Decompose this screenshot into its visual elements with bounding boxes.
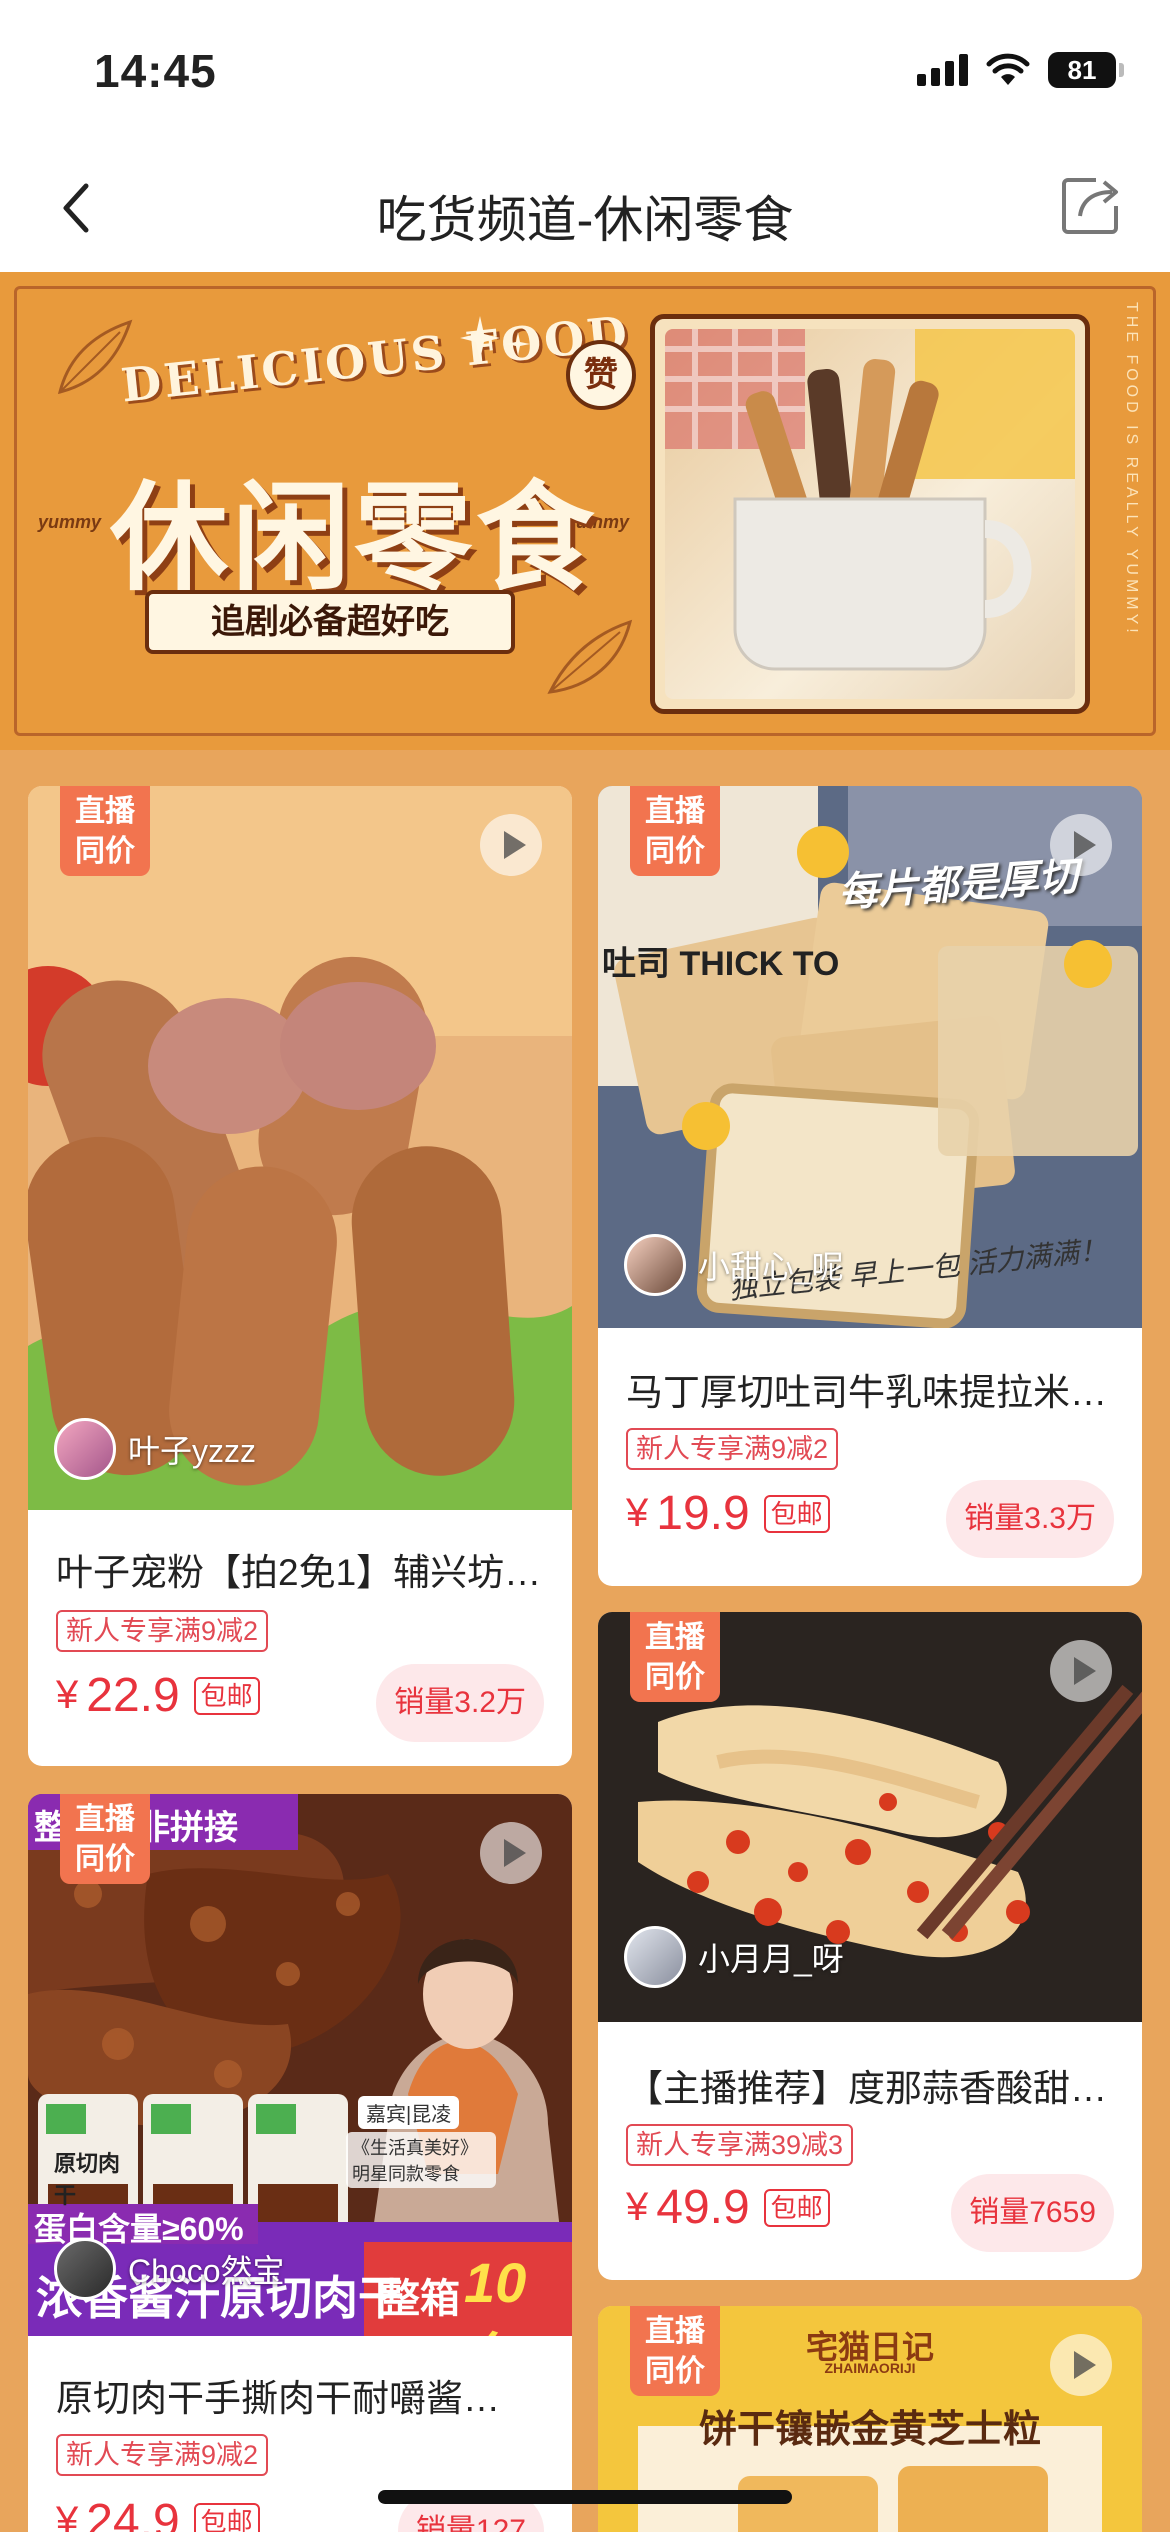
live-tag-line: 直播 [75,795,135,828]
free-shipping-badge: 包邮 [193,1676,260,1715]
page-title: 吃货频道-休闲零食 [376,192,794,248]
live-tag-line: 同价 [645,1661,705,1694]
anchor-name: 小月月_呀 [698,1941,844,1977]
product-card-2[interactable]: 吐司 THICK TO 每片都是厚切 独立包装 早上一包 活力满满！ 直播 同价 … [598,786,1142,1586]
image-label: 吐司 THICK TO [602,945,840,983]
product-card-4[interactable]: 整块切非拼接 蛋白含量≥60% 浓香酱汁原切肉干 整箱 10包 嘉宾|昆凌 《生… [28,1794,572,2532]
product-card-3[interactable]: 直播同价 小月月_呀 【主播推荐】度那蒜香酸甜辣… 新人专享满39减3 ¥49.… [598,1612,1142,2280]
live-price-tag: 直播 同价 [630,786,720,876]
product-name: 原切肉干手撕肉干耐嚼酱… [56,2378,500,2419]
leaf-icon [57,319,133,395]
promo-badge: 新人专享满39减3 [626,2124,854,2166]
price-value: 19.9 [656,1487,750,1540]
category-banner[interactable]: DELICIOUS FOOD yummy yummy 休闲零食 追剧必备超好吃 … [0,272,1170,750]
currency-symbol: ¥ [626,2185,649,2229]
cellular-signal-icon [917,54,968,86]
product-card-1[interactable]: 直播同价 叶子yzzz 叶子宠粉【拍2免1】辅兴坊… 新人专享满9减2 ¥22.… [28,786,572,1766]
image-guest: 嘉宾|昆凌 [358,2096,460,2129]
play-icon[interactable] [1050,2334,1112,2396]
anchor-info[interactable]: 小甜心_呢 [624,1234,844,1296]
avatar [54,1418,116,1480]
anchor-info[interactable]: 小月月_呀 [624,1926,844,1988]
avatar [54,2238,116,2300]
product-name: 【主播推荐】度那蒜香酸甜辣… [626,2068,1114,2109]
live-tag-line: 直播 [645,1621,705,1654]
battery-icon: 81 [1048,52,1124,88]
promo-badge: 新人专享满9减2 [56,1610,269,1652]
image-guest-2: 《生活真美好》明星同款零食 [346,2132,496,2188]
banner-photo [650,314,1090,714]
product-name: 叶子宠粉【拍2免1】辅兴坊… [56,1552,542,1593]
live-tag-line: 同价 [645,2355,705,2388]
free-shipping-badge: 包邮 [193,2502,260,2532]
status-icons: 81 [917,52,1124,88]
currency-symbol: ¥ [56,1673,79,1717]
currency-symbol: ¥ [56,2499,79,2532]
free-shipping-badge: 包邮 [763,1494,830,1533]
image-bottom-text-2: 整箱 [380,2277,460,2321]
free-shipping-badge: 包邮 [763,2188,830,2227]
image-big-number: 10包 [464,2251,527,2336]
anchor-name: 叶子yzzz [128,1433,257,1469]
play-icon[interactable] [480,814,542,876]
price: ¥19.9 包邮 [626,1486,830,1541]
live-tag-line: 直播 [75,1803,135,1836]
anchor-name: Choco然宝 [128,2253,285,2289]
price-value: 49.9 [656,2181,750,2234]
play-icon[interactable] [1050,814,1112,876]
leaf-icon [547,619,633,694]
live-price-tag: 直播 同价 [60,1794,150,1884]
image-pack-label: 原切肉干 [54,2151,121,2208]
play-icon[interactable] [1050,1640,1112,1702]
promo-badge: 新人专享满9减2 [626,1428,839,1470]
live-price-tag: 直播 同价 [60,786,150,876]
home-indicator[interactable] [378,2490,792,2504]
live-price-tag: 直播 同价 [630,1612,720,1702]
status-time: 14:45 [94,45,217,97]
anchor-name: 小甜心_呢 [698,1249,844,1285]
live-tag-line: 同价 [75,1843,135,1876]
sparkle-icon [460,316,530,360]
image-caption: 饼干镶嵌金黄芝士粒 [698,2409,1041,2451]
price: ¥22.9 包邮 [56,1668,260,1723]
share-icon[interactable] [1058,172,1124,238]
avatar [624,1234,686,1296]
status-bar: 14:45 81 [0,0,1170,150]
wifi-icon [986,53,1030,85]
promo-badge: 新人专享满9减2 [56,2434,269,2476]
banner-yummy-left: yummy [38,512,102,532]
product-name: 马丁厚切吐司牛乳味提拉米… [626,1372,1107,1413]
live-tag-line: 同价 [645,835,705,868]
product-image [28,786,572,1510]
anchor-info[interactable]: 叶子yzzz [54,1418,256,1480]
price: ¥49.9 包邮 [626,2180,830,2235]
sales-badge: 销量7659 [951,2174,1114,2252]
banner-chinese-title: 休闲零食 [110,468,599,607]
price-value: 22.9 [86,1669,180,1722]
live-tag-line: 直播 [645,795,705,828]
live-tag-line: 同价 [75,835,135,868]
sales-badge: 销量3.3万 [946,1480,1114,1558]
banner-subtitle: 追剧必备超好吃 [145,590,515,654]
avatar [624,1926,686,1988]
live-price-tag: 直播 同价 [630,2306,720,2396]
anchor-info[interactable]: Choco然宝 [54,2238,285,2300]
sales-badge: 销量3.2万 [376,1664,544,1742]
biscuit-cup-image [665,329,1075,671]
nav-bar: 吃货频道-休闲零食 [0,150,1170,272]
banner-vertical-text: THE FOOD IS REALLY YUMMY! [1123,302,1140,637]
price-value: 24.9 [86,2495,180,2532]
banner-like-badge: 赞 [566,340,636,410]
live-tag-line: 直播 [645,2315,705,2348]
price: ¥24.9 包邮 [56,2494,260,2532]
currency-symbol: ¥ [626,1491,649,1535]
play-icon[interactable] [480,1822,542,1884]
